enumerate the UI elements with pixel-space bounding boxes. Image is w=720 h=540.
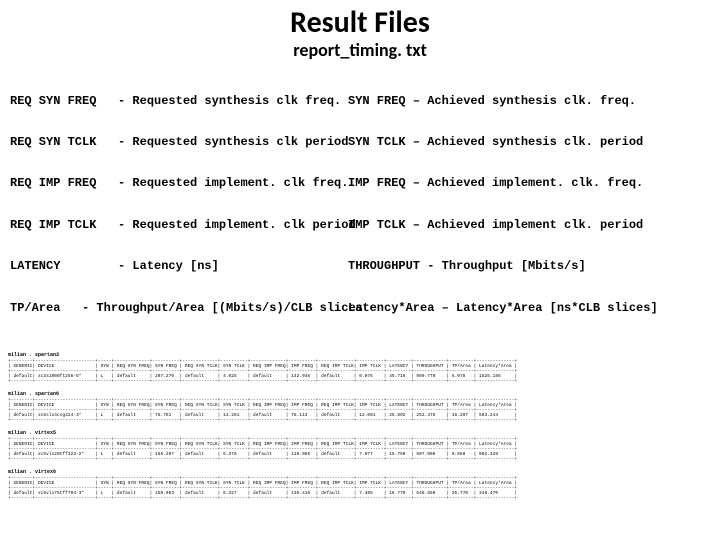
def-right-3: IMP TCLK – Achieved implement clk. perio… (348, 219, 714, 233)
def-right-5: Latency*Area – Latency*Area [ns*CLB slic… (348, 302, 714, 316)
def-right-4: THROUGHPUT - Throughput [Mbits/s] (348, 260, 714, 274)
table-row: +--------+----------------------+-----+-… (8, 457, 712, 462)
table-section: milian . virtex6+--------+--------------… (8, 470, 712, 501)
tables-container: milian . spartan3+--------+-------------… (0, 353, 720, 501)
page-subtitle: report_timing. txt (0, 39, 720, 61)
table-row: +--------+----------------------+-----+-… (8, 379, 712, 384)
def-right-1: SYN TCLK – Achieved synthesis clk. perio… (348, 136, 714, 150)
def-left-3: REQ IMP TCLK - Requested implement. clk … (10, 219, 348, 233)
table-section: milian . virtex5+--------+--------------… (8, 431, 712, 462)
definitions-block: REQ SYN FREQ - Requested synthesis clk f… (0, 61, 720, 345)
table-section: milian . spartan3+--------+-------------… (8, 353, 712, 384)
table-section: milian . spartan6+--------+-------------… (8, 392, 712, 423)
def-left-5: TP/Area - Throughput/Area [(Mbits/s)/CLB… (10, 302, 348, 316)
table-row: +--------+----------------------+-----+-… (8, 418, 712, 423)
page-title: Result Files (0, 4, 720, 41)
def-left-0: REQ SYN FREQ - Requested synthesis clk f… (10, 95, 348, 109)
def-right-0: SYN FREQ – Achieved synthesis clk. freq. (348, 95, 714, 109)
def-left-1: REQ SYN TCLK - Requested synthesis clk p… (10, 136, 348, 150)
def-left-4: LATENCY - Latency [ns] (10, 260, 348, 274)
def-left-2: REQ IMP FREQ - Requested implement. clk … (10, 177, 348, 191)
table-row: +--------+----------------------+-----+-… (8, 496, 712, 501)
def-right-2: IMP FREQ – Achieved implement. clk. freq… (348, 177, 714, 191)
